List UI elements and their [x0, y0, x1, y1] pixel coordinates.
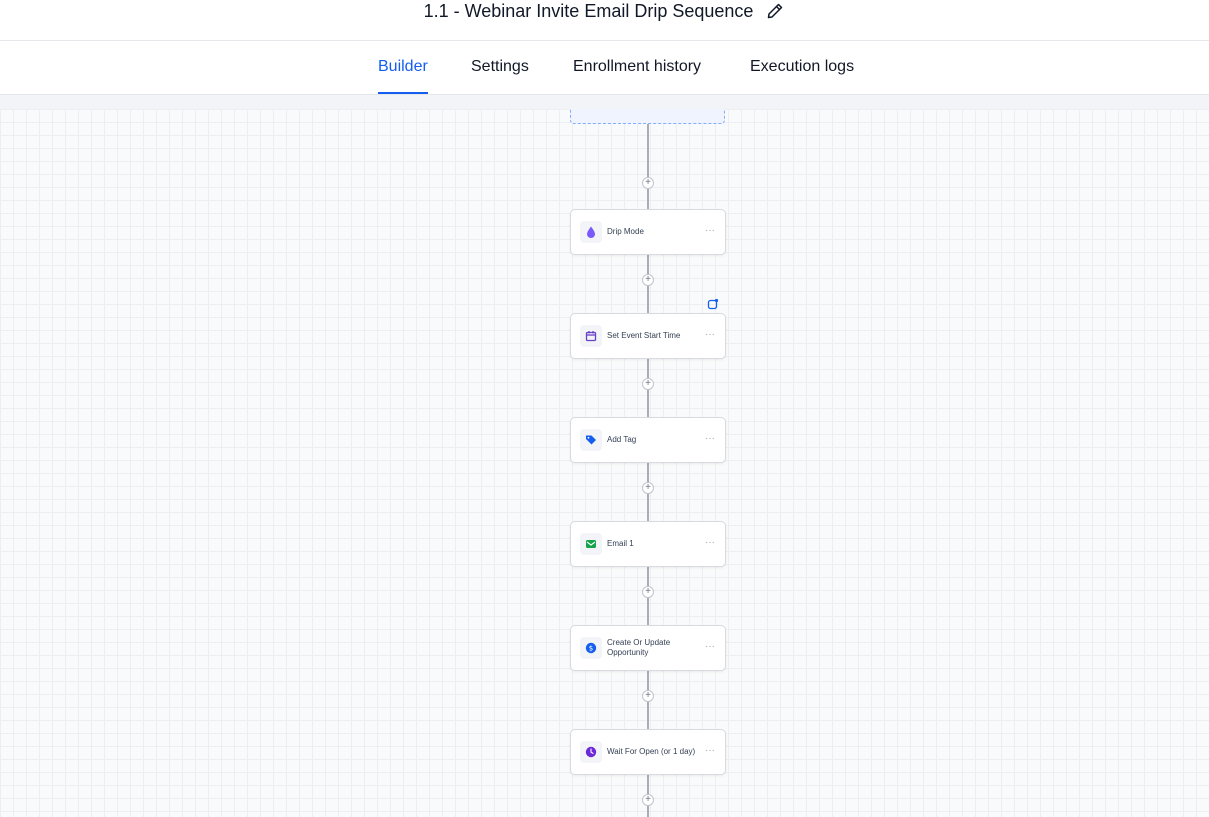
node-menu-button[interactable]: ···	[705, 745, 715, 756]
add-step-button[interactable]: +	[642, 274, 654, 286]
action-node-create-or-update-opportunity[interactable]: $ Create Or Update Opportunity ···	[570, 625, 726, 671]
workflow-canvas[interactable]: + + + + + + + Drip Mode ··· Set Event St…	[0, 109, 1209, 817]
node-label: Add Tag	[607, 435, 637, 444]
action-node-set-event-start-time[interactable]: Set Event Start Time ···	[570, 313, 726, 359]
action-node-add-tag[interactable]: Add Tag ···	[570, 417, 726, 463]
calendar-icon	[580, 325, 602, 347]
node-label: Create Or Update Opportunity	[607, 638, 671, 657]
node-menu-button[interactable]: ···	[705, 433, 715, 444]
email-icon	[580, 533, 602, 555]
title-bar: 1.1 - Webinar Invite Email Drip Sequence	[0, 0, 1209, 41]
add-step-button[interactable]: +	[642, 378, 654, 390]
action-node-email-1[interactable]: Email 1 ···	[570, 521, 726, 567]
add-step-button[interactable]: +	[642, 690, 654, 702]
tab-enrollment-history[interactable]: Enrollment history	[573, 41, 701, 94]
action-node-wait-for-open[interactable]: Wait For Open (or 1 day) ···	[570, 729, 726, 775]
pencil-icon[interactable]	[765, 1, 785, 21]
action-node-drip-mode[interactable]: Drip Mode ···	[570, 209, 726, 255]
node-menu-button[interactable]: ···	[705, 537, 715, 548]
clock-icon	[580, 741, 602, 763]
tab-execution-logs[interactable]: Execution logs	[750, 41, 854, 94]
add-step-button[interactable]: +	[642, 177, 654, 189]
add-step-button[interactable]: +	[642, 586, 654, 598]
opportunity-icon: $	[580, 637, 602, 659]
node-label: Drip Mode	[607, 227, 644, 236]
node-menu-button[interactable]: ···	[705, 329, 715, 340]
sync-badge-icon[interactable]	[707, 297, 719, 310]
add-step-button[interactable]: +	[642, 482, 654, 494]
tag-icon	[580, 429, 602, 451]
node-label: Email 1	[607, 539, 634, 548]
node-menu-button[interactable]: ···	[705, 641, 715, 652]
connector-line	[647, 124, 649, 209]
node-label: Wait For Open (or 1 day)	[607, 747, 696, 756]
trigger-node[interactable]	[570, 109, 725, 124]
node-menu-button[interactable]: ···	[705, 225, 715, 236]
add-step-button[interactable]: +	[642, 794, 654, 806]
node-label: Set Event Start Time	[607, 331, 681, 340]
tab-settings[interactable]: Settings	[471, 41, 529, 94]
droplet-icon	[580, 221, 602, 243]
svg-text:$: $	[589, 645, 593, 653]
title-wrap: 1.1 - Webinar Invite Email Drip Sequence	[0, 0, 1209, 22]
workflow-title: 1.1 - Webinar Invite Email Drip Sequence	[423, 1, 754, 21]
tab-bar: Builder Settings Enrollment history Exec…	[0, 41, 1209, 95]
toolbar-strip	[0, 95, 1209, 109]
tab-builder[interactable]: Builder	[378, 41, 428, 94]
